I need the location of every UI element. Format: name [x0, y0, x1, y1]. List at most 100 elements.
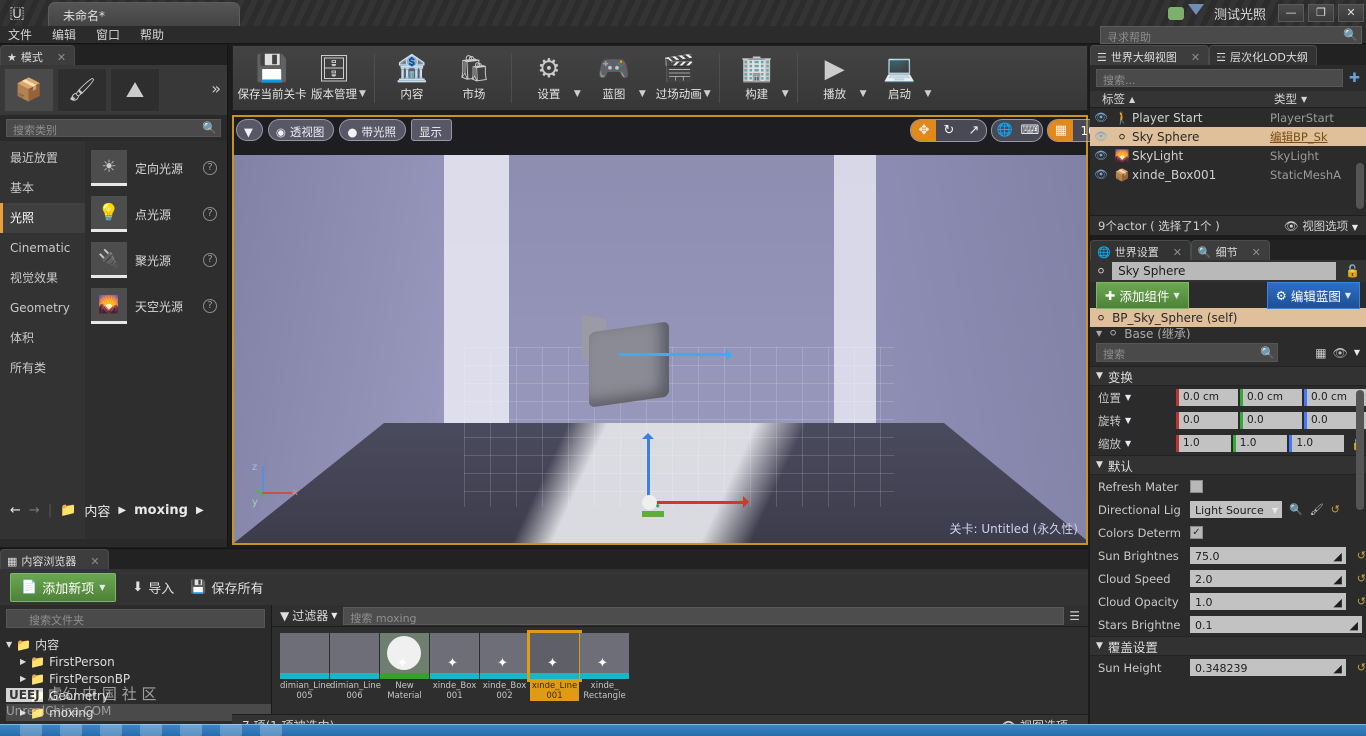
help-icon[interactable]: ?	[203, 299, 217, 313]
view-mode-perspective-button[interactable]: ◉ 透视图	[267, 119, 335, 141]
build-button[interactable]: 🏢 构建	[726, 48, 788, 108]
close-icon[interactable]: ✕	[90, 555, 99, 568]
category-lights[interactable]: 光照	[0, 203, 85, 233]
location-x-input[interactable]: 0.0 cm	[1176, 389, 1238, 406]
column-label[interactable]: 标签 ▲	[1090, 91, 1262, 107]
filter-button[interactable]: ▼ 过滤器 ▼	[280, 607, 337, 624]
category-basic[interactable]: 基本	[0, 173, 85, 203]
play-button[interactable]: ▶ 播放	[804, 48, 866, 108]
tree-item-geometry[interactable]: ▶ 📁 Geometry	[6, 687, 271, 704]
spinner-icon[interactable]: ◢	[1333, 662, 1341, 675]
mode-search-input[interactable]: 搜索类别	[6, 119, 221, 137]
help-search-input[interactable]: 寻求帮助	[1100, 26, 1362, 44]
asset-tile[interactable]: ✦ New Material	[380, 633, 429, 701]
reset-icon[interactable]: ↺	[1357, 572, 1366, 585]
location-y-input[interactable]: 0.0 cm	[1240, 389, 1302, 406]
category-geometry[interactable]: Geometry	[0, 293, 85, 323]
chevron-down-icon[interactable]: ▼	[359, 89, 366, 99]
sun-brightness-input[interactable]: 75.0 ◢	[1190, 547, 1346, 564]
scale-z-input[interactable]: 1.0	[1289, 435, 1345, 452]
table-row[interactable]: 👁 🌄 SkyLight SkyLight	[1090, 146, 1366, 165]
display-options-icon[interactable]: ▦	[1315, 346, 1326, 360]
blueprints-button[interactable]: 🎮 蓝图	[583, 48, 645, 108]
asset-tile[interactable]: dimian_Line 005	[280, 633, 331, 701]
project-tab[interactable]: 未命名*	[48, 2, 240, 26]
rotation-label-group[interactable]: 旋转 ▼	[1098, 413, 1172, 429]
translate-mode-icon[interactable]: ✥	[911, 120, 937, 141]
surface-snap-icon[interactable]: ⌨	[1017, 120, 1042, 141]
asset-tile[interactable]: ✦ xinde_Box 002	[480, 633, 529, 701]
settings-button[interactable]: ⚙ 设置	[518, 48, 580, 108]
tab-hlod-outliner[interactable]: ☲ 层次化LOD大纲	[1209, 45, 1317, 65]
help-icon[interactable]: ?	[203, 253, 217, 267]
edit-blueprint-button[interactable]: ⚙ 编辑蓝图 ▼	[1266, 281, 1360, 309]
visibility-eye-icon[interactable]: 👁	[1090, 149, 1112, 162]
save-all-button[interactable]: 💾 保存所有	[190, 578, 263, 597]
add-component-button[interactable]: ✚ 添加组件 ▼	[1096, 281, 1189, 309]
reset-icon[interactable]: ↺	[1357, 549, 1366, 562]
cinematics-button[interactable]: 🎬 过场动画	[648, 48, 710, 108]
asset-tile[interactable]: dimian_Line 006	[330, 633, 381, 701]
expand-icon[interactable]: ▶	[20, 674, 26, 683]
eyedropper-icon[interactable]: 🖌	[1310, 503, 1324, 516]
reset-icon[interactable]: ↺	[1331, 503, 1340, 516]
cloud-speed-input[interactable]: 2.0 ◢	[1190, 570, 1346, 587]
chevron-down-icon[interactable]: ▼	[574, 89, 581, 99]
lock-icon[interactable]: 🔓	[1345, 264, 1360, 278]
scene-mesh-primary[interactable]	[589, 321, 669, 408]
actor-name-input[interactable]: Sky Sphere	[1112, 262, 1337, 280]
asset-tile[interactable]: ✦ xinde_Box 001	[430, 633, 479, 701]
close-button[interactable]: ✕	[1338, 4, 1364, 22]
menu-file[interactable]: 文件	[8, 26, 32, 43]
placeable-point-light[interactable]: 💡 点光源 ?	[85, 191, 227, 237]
details-search-input[interactable]: 搜索	[1096, 343, 1279, 362]
gem-icon[interactable]	[1187, 3, 1204, 23]
nav-forward-icon[interactable]: →	[29, 503, 40, 518]
tab-details[interactable]: 🔍 细节 ✕	[1190, 240, 1270, 260]
gizmo-x-axis[interactable]	[650, 496, 749, 508]
expand-icon[interactable]: ▶	[20, 691, 26, 700]
rotate-mode-icon[interactable]: ↻	[936, 120, 961, 141]
tree-item-firstpersonbp[interactable]: ▶ 📁 FirstPersonBP	[6, 670, 271, 687]
breadcrumb-content[interactable]: 内容	[84, 501, 110, 520]
lighting-mode-button[interactable]: ● 带光照	[339, 119, 406, 141]
more-modes-icon[interactable]: »	[211, 79, 221, 98]
help-icon[interactable]: ?	[203, 161, 217, 175]
reset-icon[interactable]: ↺	[1357, 595, 1366, 608]
expand-icon[interactable]: ▶	[20, 708, 26, 717]
spinner-icon[interactable]: ◢	[1350, 619, 1358, 632]
grid-snap-icon[interactable]: ▦	[1048, 120, 1074, 141]
stars-brightness-input[interactable]: 0.1 ◢	[1190, 616, 1362, 633]
chevron-down-icon[interactable]: ▼	[860, 89, 867, 99]
category-volumes[interactable]: 体积	[0, 323, 85, 353]
content-button[interactable]: 🏦 内容	[381, 48, 443, 108]
section-default[interactable]: ▼ 默认	[1090, 455, 1366, 475]
scale-label-group[interactable]: 缩放 ▼	[1098, 436, 1172, 452]
landscape-mode-icon[interactable]: ⛰	[110, 68, 160, 112]
add-new-button[interactable]: 📄 添加新项 ▼	[10, 572, 117, 602]
chevron-down-icon[interactable]: ▼	[704, 89, 711, 99]
rotation-y-input[interactable]: 0.0	[1240, 412, 1302, 429]
place-mode-icon[interactable]: 📦	[4, 68, 54, 112]
save-current-level-button[interactable]: 💾 保存当前关卡	[238, 48, 307, 108]
cloud-opacity-input[interactable]: 1.0 ◢	[1190, 593, 1346, 610]
tab-world-outliner[interactable]: ☰ 世界大纲视图 ✕	[1090, 45, 1210, 65]
tab-world-settings[interactable]: 🌐 世界设置 ✕	[1090, 240, 1191, 260]
column-type[interactable]: 类型 ▼	[1262, 91, 1366, 107]
close-icon[interactable]: ✕	[1252, 246, 1261, 259]
category-all-classes[interactable]: 所有类	[0, 353, 85, 383]
source-control-button[interactable]: 🗄 版本管理	[303, 48, 365, 108]
placeable-directional-light[interactable]: ☀ 定向光源 ?	[85, 145, 227, 191]
actor-type[interactable]: 编辑BP_Sk	[1270, 129, 1366, 145]
maximize-button[interactable]: ❐	[1308, 4, 1334, 22]
chevron-down-icon[interactable]: ▼	[782, 89, 789, 99]
menu-edit[interactable]: 编辑	[52, 26, 76, 43]
visibility-eye-icon[interactable]: 👁	[1090, 130, 1112, 143]
sun-height-input[interactable]: 0.348239 ◢	[1190, 659, 1346, 676]
spinner-icon[interactable]: ◢	[1333, 550, 1341, 563]
section-override-settings[interactable]: ▼ 覆盖设置	[1090, 636, 1366, 656]
visibility-eye-icon[interactable]: 👁	[1090, 168, 1112, 181]
tree-item-firstperson[interactable]: ▶ 📁 FirstPerson	[6, 653, 271, 670]
location-label-group[interactable]: 位置 ▼	[1098, 390, 1172, 406]
menu-window[interactable]: 窗口	[96, 26, 120, 43]
